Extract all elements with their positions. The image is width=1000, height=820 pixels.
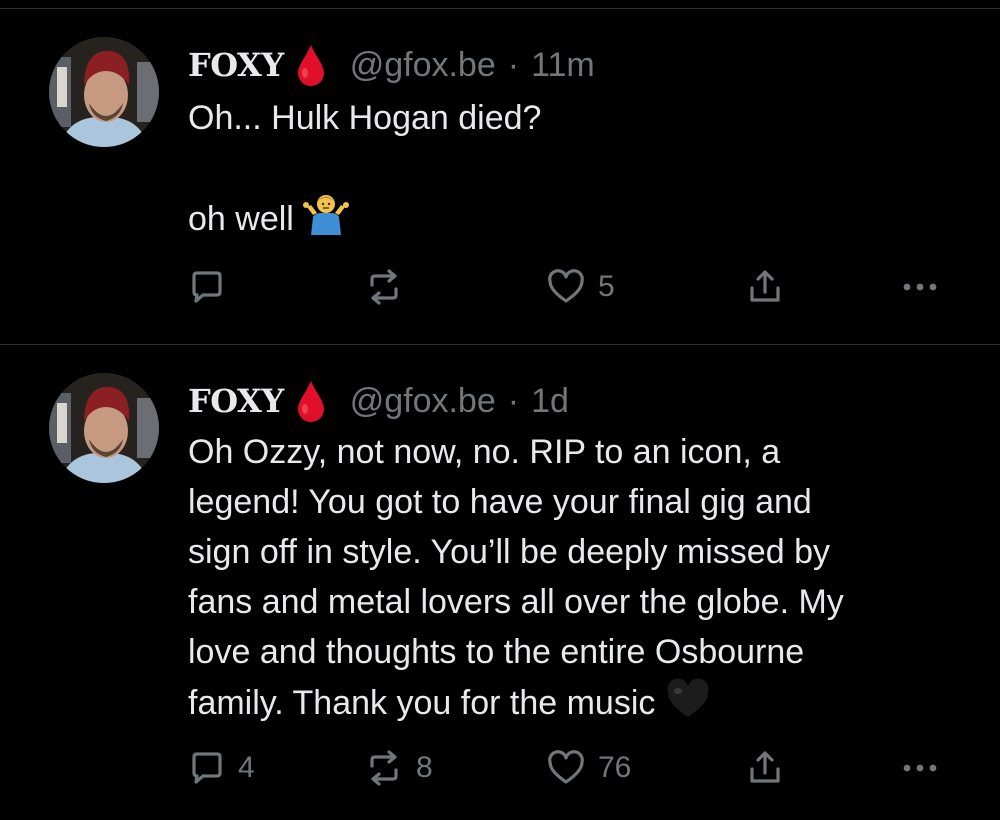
share-icon bbox=[750, 270, 780, 302]
blood-drop-icon bbox=[296, 379, 326, 423]
repost-count: 8 bbox=[416, 751, 433, 784]
separator-dot: · bbox=[507, 381, 520, 420]
blood-drop-icon bbox=[296, 43, 326, 87]
timestamp[interactable]: 1d bbox=[531, 382, 569, 421]
avatar-image bbox=[49, 373, 159, 483]
post-header: FOXY @gfox.be · 1d bbox=[188, 377, 569, 425]
heart-icon bbox=[548, 750, 584, 784]
share-button[interactable] bbox=[746, 262, 784, 312]
like-count: 5 bbox=[598, 270, 615, 303]
display-name[interactable]: FOXY bbox=[188, 46, 284, 84]
reply-count: 4 bbox=[238, 751, 255, 784]
like-count: 76 bbox=[598, 751, 632, 784]
display-name[interactable]: FOXY bbox=[188, 382, 284, 420]
post-text: Oh... Hulk Hogan died? oh well bbox=[188, 93, 968, 249]
post-text-content: Oh Ozzy, not now, no. RIP to an icon, a … bbox=[188, 433, 844, 722]
reply-button[interactable] bbox=[188, 262, 238, 312]
more-options-button[interactable] bbox=[900, 262, 940, 312]
action-bar: 4 8 76 bbox=[188, 743, 948, 793]
avatar-image bbox=[49, 37, 159, 147]
share-button[interactable] bbox=[746, 743, 784, 793]
more-options-icon bbox=[903, 764, 937, 772]
reply-icon bbox=[192, 752, 222, 784]
repost-button[interactable]: 8 bbox=[364, 743, 433, 793]
repost-button[interactable] bbox=[364, 262, 416, 312]
post-text-content: Oh... Hulk Hogan died? oh well bbox=[188, 99, 542, 238]
post[interactable]: FOXY @gfox.be · 1d Oh Ozzy, not now, no.… bbox=[0, 345, 1000, 820]
avatar[interactable] bbox=[49, 37, 159, 147]
more-options-icon bbox=[903, 283, 937, 291]
reply-button[interactable]: 4 bbox=[188, 743, 255, 793]
repost-icon bbox=[370, 269, 398, 305]
handle[interactable]: @gfox.be bbox=[350, 382, 496, 421]
avatar[interactable] bbox=[49, 373, 159, 483]
heart-icon bbox=[548, 269, 584, 303]
more-options-button[interactable] bbox=[900, 743, 940, 793]
action-bar: 5 bbox=[188, 262, 948, 312]
post-header: FOXY @gfox.be · 11m bbox=[188, 41, 595, 89]
like-button[interactable]: 5 bbox=[546, 262, 615, 312]
share-icon bbox=[750, 751, 780, 783]
post[interactable]: FOXY @gfox.be · 11m Oh... Hulk Hogan die… bbox=[0, 9, 1000, 344]
handle[interactable]: @gfox.be bbox=[350, 46, 496, 85]
reply-icon bbox=[192, 271, 222, 303]
post-text: Oh Ozzy, not now, no. RIP to an icon, a … bbox=[188, 427, 968, 733]
separator-dot: · bbox=[507, 45, 520, 84]
person-shrugging-emoji bbox=[303, 193, 350, 249]
black-heart-emoji bbox=[665, 677, 711, 733]
like-button[interactable]: 76 bbox=[546, 743, 631, 793]
timestamp[interactable]: 11m bbox=[531, 46, 595, 85]
repost-icon bbox=[370, 750, 398, 786]
